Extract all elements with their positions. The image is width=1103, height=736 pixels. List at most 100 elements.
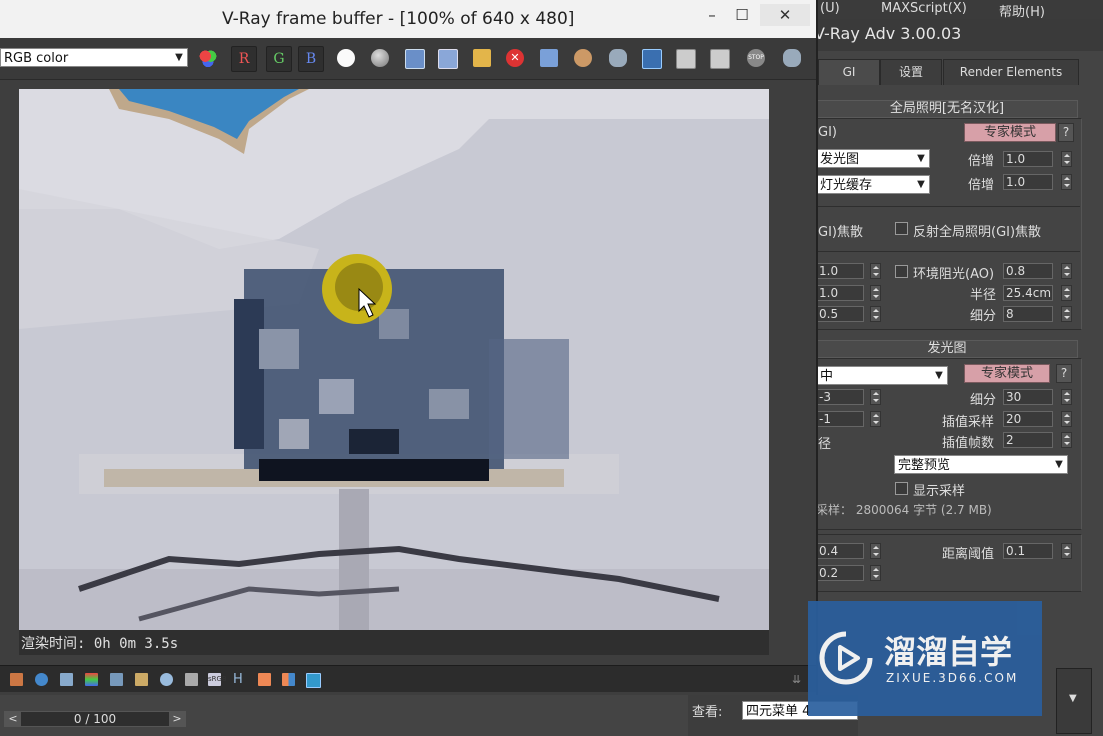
vfb-bottom-toolbar: sRGB H ⇊ xyxy=(0,665,816,692)
reflective-caustics-checkbox[interactable] xyxy=(895,222,908,235)
saturation-field[interactable]: 1.0 xyxy=(816,263,864,279)
irradiance-expert-mode-button[interactable]: 专家模式 xyxy=(964,364,1050,383)
blue-channel-button[interactable]: B xyxy=(298,46,324,72)
irradiance-mode-select[interactable]: 完整预览 ▼ xyxy=(894,455,1068,474)
interp-frames-field[interactable]: 2 xyxy=(1003,432,1053,448)
levels-icon[interactable] xyxy=(110,673,123,686)
ao-radius-spinner[interactable] xyxy=(1061,285,1072,301)
secondary-multiplier-field[interactable]: 1.0 xyxy=(1003,174,1053,190)
minimize-icon[interactable]: – xyxy=(700,4,724,26)
folder-icon[interactable] xyxy=(473,49,491,67)
ao-checkbox[interactable] xyxy=(895,265,908,278)
stop-render-icon[interactable]: ✕ xyxy=(506,49,524,67)
prev-frame-button[interactable]: < xyxy=(5,712,21,726)
show-samples-checkbox[interactable] xyxy=(895,482,908,495)
teapot-render-icon[interactable] xyxy=(783,49,801,67)
window-title-bar[interactable]: V-Ray frame buffer - [100% of 640 x 480]… xyxy=(0,0,816,38)
h-icon[interactable]: H xyxy=(233,673,246,686)
gray-circle-icon[interactable] xyxy=(371,49,389,67)
dist-thresh-field[interactable]: 0.1 xyxy=(1003,543,1053,559)
next-frame-button[interactable]: > xyxy=(169,712,185,726)
render-tabs: GI 设置 Render Elements xyxy=(806,55,1103,85)
time-slider[interactable]: < 0 / 100 > xyxy=(4,711,186,727)
stats-icon[interactable] xyxy=(60,673,73,686)
normal-thresh-field[interactable]: 0.2 xyxy=(816,565,864,581)
close-icon[interactable]: ✕ xyxy=(760,4,810,26)
ao-amount-spinner[interactable] xyxy=(1061,263,1072,279)
color-thresh-spinner[interactable] xyxy=(870,543,881,559)
lut-icon[interactable] xyxy=(282,673,295,686)
hsv-icon[interactable] xyxy=(160,673,173,686)
contrast-base-field[interactable]: 0.5 xyxy=(816,306,864,322)
red-channel-button[interactable]: R xyxy=(231,46,257,72)
save-icon[interactable] xyxy=(405,49,425,69)
interp-samples-field[interactable]: 20 xyxy=(1003,411,1053,427)
ocio-icon[interactable] xyxy=(306,673,321,688)
menu-item-maxscript[interactable]: MAXScript(X) xyxy=(881,1,967,16)
ao-subdivs-field[interactable]: 8 xyxy=(1003,306,1053,322)
min-rate-spinner[interactable] xyxy=(870,389,881,405)
green-channel-button[interactable]: G xyxy=(266,46,292,72)
primary-multiplier-spinner[interactable] xyxy=(1061,151,1072,167)
color-bars-icon[interactable] xyxy=(85,673,98,686)
primary-multiplier-field[interactable]: 1.0 xyxy=(1003,151,1053,167)
white-circle-icon[interactable] xyxy=(337,49,355,67)
irradiance-preset-select[interactable]: 中 ▼ xyxy=(816,366,948,385)
saturation-spinner[interactable] xyxy=(870,263,881,279)
gamma-icon[interactable] xyxy=(185,673,198,686)
render-image[interactable] xyxy=(19,89,769,630)
teapot-icon[interactable] xyxy=(609,49,627,67)
interp-samples-spinner[interactable] xyxy=(1061,411,1072,427)
maximize-icon[interactable]: ☐ xyxy=(730,4,754,26)
compare-icon[interactable] xyxy=(710,49,730,69)
lens-icon[interactable] xyxy=(642,49,662,69)
ao-subdivs-spinner[interactable] xyxy=(1061,306,1072,322)
timeline-bar: < 0 / 100 > xyxy=(0,695,690,736)
stop-icon[interactable]: STOP xyxy=(747,49,765,67)
subdivs-field[interactable]: 30 xyxy=(1003,389,1053,405)
region-render-icon[interactable] xyxy=(574,49,592,67)
watermark-site: ZIXUE.3D66.COM xyxy=(886,671,1019,685)
copy-icon[interactable] xyxy=(438,49,458,69)
lens-effects-icon[interactable] xyxy=(258,673,271,686)
tab-settings[interactable]: 设置 xyxy=(880,59,942,85)
gi-expert-mode-button[interactable]: 专家模式 xyxy=(964,123,1056,142)
channel-select[interactable]: RGB color ▼ xyxy=(0,48,188,67)
max-rate-spinner[interactable] xyxy=(870,411,881,427)
curve-icon[interactable] xyxy=(135,673,148,686)
normal-thresh-spinner[interactable] xyxy=(870,565,881,581)
info-icon[interactable] xyxy=(35,673,48,686)
tab-render-elements[interactable]: Render Elements xyxy=(943,59,1079,85)
contrast-base-spinner[interactable] xyxy=(870,306,881,322)
menu-item-help[interactable]: 帮助(H) xyxy=(999,1,1045,20)
menu-item-u[interactable]: (U) xyxy=(820,1,840,16)
min-rate-field[interactable]: -3 xyxy=(816,389,864,405)
subdivs-spinner[interactable] xyxy=(1061,389,1072,405)
renderer-title-bar: V-Ray Adv 3.00.03 xyxy=(806,19,1103,51)
contrast-spinner[interactable] xyxy=(870,285,881,301)
dist-thresh-spinner[interactable] xyxy=(1061,543,1072,559)
history-icon[interactable] xyxy=(676,49,696,69)
tab-gi[interactable]: GI xyxy=(818,59,880,85)
gi-rollout-header[interactable]: 全局照明[无名汉化] xyxy=(816,100,1078,118)
track-mouse-icon[interactable] xyxy=(540,49,558,67)
render-dropdown-button[interactable]: ▼ xyxy=(1056,668,1092,734)
contrast-field[interactable]: 1.0 xyxy=(816,285,864,301)
secondary-multiplier-spinner[interactable] xyxy=(1061,174,1072,190)
interp-samples-label: 插值采样 xyxy=(942,415,995,430)
secondary-engine-select[interactable]: 灯光缓存 ▼ xyxy=(816,175,930,194)
irradiance-help-button[interactable]: ? xyxy=(1056,364,1072,383)
irradiance-rollout-header[interactable]: 发光图 xyxy=(816,340,1078,358)
ao-amount-field[interactable]: 0.8 xyxy=(1003,263,1053,279)
chevron-down-icon[interactable]: ⇊ xyxy=(792,673,805,686)
primary-engine-select[interactable]: 发光图 ▼ xyxy=(816,149,930,168)
interp-frames-spinner[interactable] xyxy=(1061,432,1072,448)
color-wheel-icon[interactable] xyxy=(199,49,217,67)
srgb-icon[interactable]: sRGB xyxy=(208,673,227,686)
color-thresh-field[interactable]: 0.4 xyxy=(816,543,864,559)
gi-help-button[interactable]: ? xyxy=(1058,123,1074,142)
ao-radius-field[interactable]: 25.4cm xyxy=(1003,285,1053,301)
render-status-bar: 渲染时间: 0h 0m 3.5s xyxy=(19,630,769,655)
max-rate-field[interactable]: -1 xyxy=(816,411,864,427)
layers-icon[interactable] xyxy=(10,673,23,686)
